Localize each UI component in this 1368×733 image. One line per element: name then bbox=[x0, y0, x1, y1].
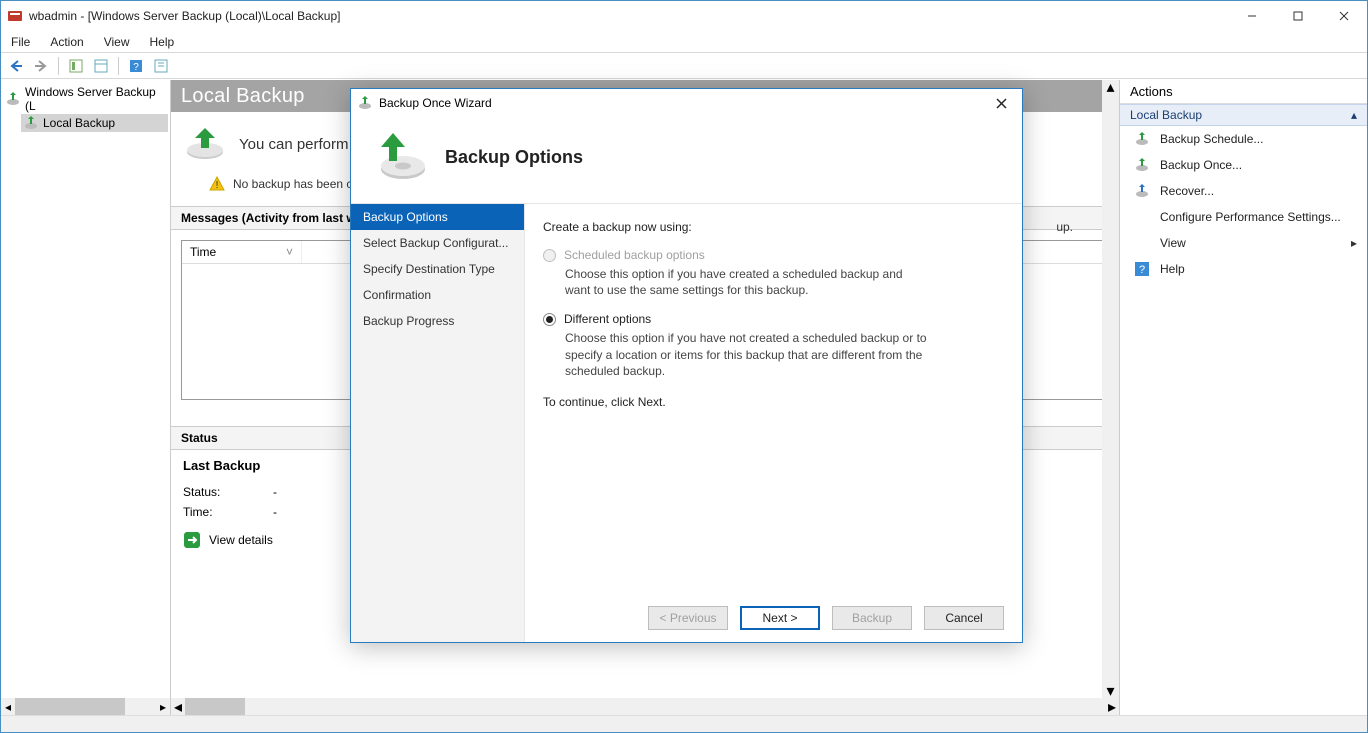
tree-horizontal-scrollbar[interactable]: ◂ ▸ bbox=[1, 698, 170, 715]
radio-different[interactable] bbox=[543, 313, 556, 326]
action-configure-performance[interactable]: Configure Performance Settings... bbox=[1120, 204, 1367, 230]
action-recover[interactable]: Recover... bbox=[1120, 178, 1367, 204]
option-different[interactable]: Different options bbox=[543, 312, 1004, 326]
actions-title: Actions bbox=[1120, 80, 1367, 104]
blank-icon bbox=[1134, 209, 1150, 225]
option-scheduled-label: Scheduled backup options bbox=[564, 248, 705, 262]
step-backup-options[interactable]: Backup Options bbox=[351, 204, 524, 230]
action-help[interactable]: ? Help bbox=[1120, 256, 1367, 282]
schedule-icon bbox=[1134, 131, 1150, 147]
step-select-config[interactable]: Select Backup Configurat... bbox=[351, 230, 524, 256]
radio-scheduled bbox=[543, 249, 556, 262]
tree-child-label: Local Backup bbox=[43, 116, 115, 130]
wizard-heading: Backup Options bbox=[445, 147, 583, 168]
continue-text: To continue, click Next. bbox=[543, 395, 1004, 409]
menu-file[interactable]: File bbox=[1, 31, 40, 52]
wizard-icon bbox=[357, 95, 373, 111]
center-vertical-scrollbar[interactable]: ▴ ▾ bbox=[1102, 80, 1119, 698]
warning-icon: ! bbox=[209, 176, 225, 192]
sort-indicator-icon: ˅ bbox=[286, 245, 293, 259]
menu-action[interactable]: Action bbox=[40, 31, 93, 52]
status-bar bbox=[1, 715, 1367, 732]
next-button[interactable]: Next > bbox=[740, 606, 820, 630]
menu-bar: File Action View Help bbox=[1, 31, 1367, 53]
maximize-button[interactable] bbox=[1275, 1, 1321, 31]
actions-section-header[interactable]: Local Backup ▴ bbox=[1120, 104, 1367, 126]
toolbar-show-hide-tree[interactable] bbox=[65, 55, 87, 77]
view-details-icon bbox=[183, 531, 201, 549]
tree-local-backup[interactable]: Local Backup bbox=[21, 114, 168, 132]
recover-icon bbox=[1134, 183, 1150, 199]
action-backup-once[interactable]: Backup Once... bbox=[1120, 152, 1367, 178]
tree-pane: Windows Server Backup (L Local Backup ◂ … bbox=[1, 80, 171, 715]
nav-back-button[interactable] bbox=[5, 55, 27, 77]
wizard-close-button[interactable] bbox=[986, 92, 1016, 114]
menu-help[interactable]: Help bbox=[140, 31, 185, 52]
option-scheduled: Scheduled backup options bbox=[543, 248, 1004, 262]
local-backup-icon bbox=[23, 115, 39, 131]
wizard-large-icon bbox=[367, 129, 431, 185]
wizard-title: Backup Once Wizard bbox=[379, 96, 492, 110]
title-bar: wbadmin - [Windows Server Backup (Local)… bbox=[1, 1, 1367, 31]
tree-root[interactable]: Windows Server Backup (L bbox=[3, 84, 168, 114]
wizard-intro: Create a backup now using: bbox=[543, 220, 1004, 234]
center-horizontal-scrollbar[interactable]: ◂ ▸ bbox=[171, 698, 1119, 715]
wizard-steps: Backup Options Select Backup Configurat.… bbox=[351, 204, 525, 642]
menu-view[interactable]: View bbox=[94, 31, 140, 52]
alert-text: No backup has been co bbox=[233, 177, 359, 191]
step-confirmation[interactable]: Confirmation bbox=[351, 282, 524, 308]
backup-once-icon bbox=[1134, 157, 1150, 173]
app-icon bbox=[7, 8, 23, 24]
column-time[interactable]: Time ˅ bbox=[182, 241, 302, 263]
toolbar-export-list[interactable] bbox=[90, 55, 112, 77]
perform-text: You can perform bbox=[239, 136, 349, 153]
toolbar: ? bbox=[1, 53, 1367, 79]
option-scheduled-desc: Choose this option if you have created a… bbox=[565, 266, 925, 298]
step-destination-type[interactable]: Specify Destination Type bbox=[351, 256, 524, 282]
window-title: wbadmin - [Windows Server Backup (Local)… bbox=[29, 9, 340, 23]
option-different-desc: Choose this option if you have not creat… bbox=[565, 330, 935, 379]
backup-disk-icon bbox=[183, 126, 227, 162]
help-icon: ? bbox=[1134, 261, 1150, 277]
close-button[interactable] bbox=[1321, 1, 1367, 31]
status-value: - bbox=[273, 485, 277, 499]
step-backup-progress[interactable]: Backup Progress bbox=[351, 308, 524, 334]
time-value: - bbox=[273, 505, 277, 519]
toolbar-help[interactable]: ? bbox=[125, 55, 147, 77]
action-backup-schedule[interactable]: Backup Schedule... bbox=[1120, 126, 1367, 152]
view-details-label: View details bbox=[209, 533, 273, 547]
svg-text:?: ? bbox=[1139, 264, 1145, 276]
svg-text:!: ! bbox=[216, 180, 219, 191]
option-different-label: Different options bbox=[564, 312, 651, 326]
nav-forward-button[interactable] bbox=[30, 55, 52, 77]
toolbar-properties[interactable] bbox=[150, 55, 172, 77]
actions-pane: Actions Local Backup ▴ Backup Schedule..… bbox=[1120, 80, 1367, 715]
server-backup-icon bbox=[5, 91, 21, 107]
chevron-right-icon: ▸ bbox=[1351, 236, 1357, 250]
truncated-overflow-text: up. bbox=[1056, 220, 1073, 234]
collapse-icon: ▴ bbox=[1351, 108, 1357, 122]
backup-once-wizard: Backup Once Wizard Backup Options Backup… bbox=[350, 88, 1023, 643]
minimize-button[interactable] bbox=[1229, 1, 1275, 31]
tree-root-label: Windows Server Backup (L bbox=[25, 85, 166, 113]
svg-text:?: ? bbox=[133, 62, 139, 73]
blank-icon bbox=[1134, 235, 1150, 251]
status-key: Status: bbox=[183, 485, 243, 499]
previous-button: < Previous bbox=[648, 606, 728, 630]
cancel-button[interactable]: Cancel bbox=[924, 606, 1004, 630]
time-key: Time: bbox=[183, 505, 243, 519]
backup-button: Backup bbox=[832, 606, 912, 630]
action-view[interactable]: View ▸ bbox=[1120, 230, 1367, 256]
